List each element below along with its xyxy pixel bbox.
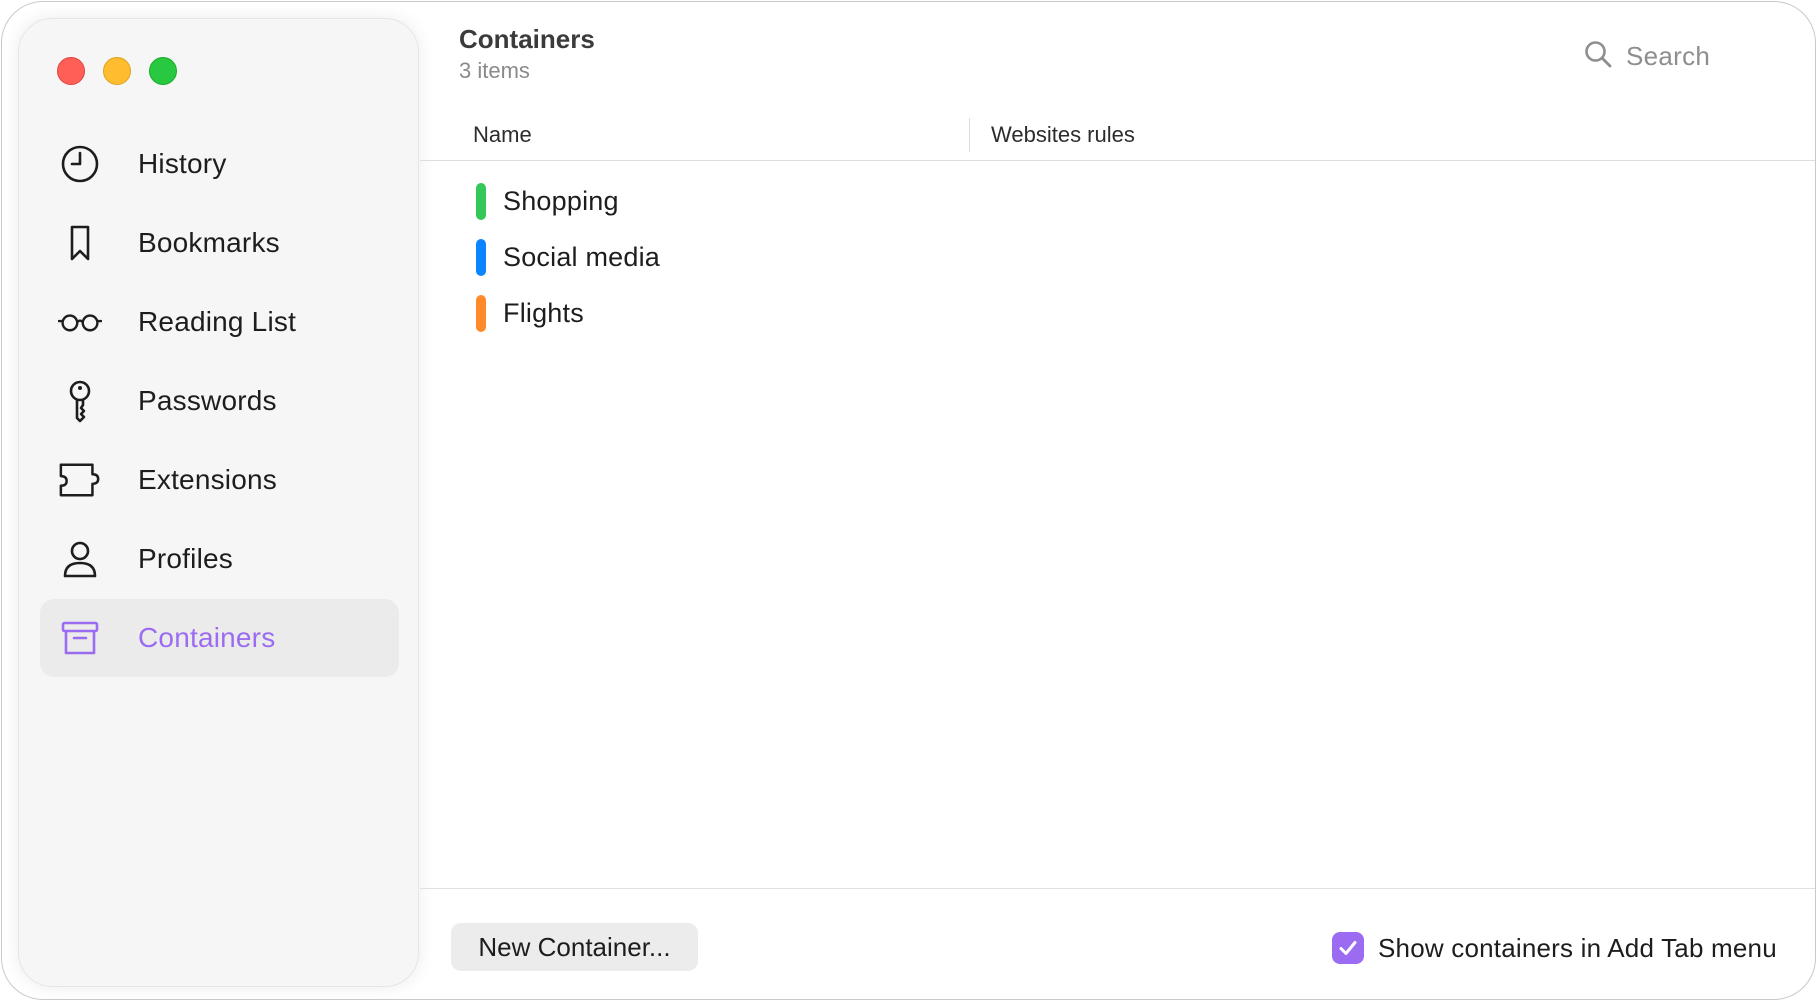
sidebar-item-bookmarks[interactable]: Bookmarks — [40, 204, 399, 282]
sidebar-item-passwords[interactable]: Passwords — [40, 362, 399, 440]
archive-box-icon — [58, 618, 102, 658]
column-header-name[interactable]: Name — [473, 122, 532, 148]
close-window-button[interactable] — [57, 57, 85, 85]
puzzle-icon — [58, 460, 102, 500]
app-window: History Bookmarks Reading List Passwords… — [1, 1, 1816, 1000]
sidebar: History Bookmarks Reading List Passwords… — [18, 18, 419, 987]
container-color-swatch — [476, 182, 486, 220]
sidebar-item-profiles[interactable]: Profiles — [40, 520, 399, 598]
sidebar-item-label: History — [138, 148, 227, 179]
list-item[interactable]: Shopping — [476, 179, 619, 223]
search-placeholder: Search — [1626, 40, 1711, 71]
sidebar-item-label: Bookmarks — [138, 227, 280, 258]
sidebar-item-history[interactable]: History — [40, 125, 399, 203]
search-field[interactable]: Search — [1584, 36, 1710, 76]
person-icon — [58, 539, 102, 579]
show-containers-toggle[interactable]: Show containers in Add Tab menu — [1332, 931, 1777, 965]
checkbox-label: Show containers in Add Tab menu — [1378, 932, 1777, 963]
key-icon — [58, 380, 102, 423]
clock-icon — [58, 144, 102, 184]
sidebar-item-reading-list[interactable]: Reading List — [40, 283, 399, 361]
bookmark-icon — [58, 223, 102, 263]
checkbox[interactable] — [1332, 932, 1364, 964]
header-divider — [420, 160, 1815, 161]
container-color-swatch — [476, 238, 486, 276]
sidebar-item-label: Profiles — [138, 543, 233, 574]
sidebar-item-label: Containers — [138, 622, 276, 653]
sidebar-item-extensions[interactable]: Extensions — [40, 441, 399, 519]
maximize-window-button[interactable] — [149, 57, 177, 85]
list-item[interactable]: Flights — [476, 291, 584, 335]
sidebar-item-label: Passwords — [138, 385, 277, 416]
glasses-icon — [58, 302, 102, 342]
container-color-swatch — [476, 294, 486, 332]
container-name: Social media — [503, 241, 660, 272]
container-name: Shopping — [503, 185, 619, 216]
new-container-button[interactable]: New Container... — [451, 923, 698, 971]
footer-divider — [420, 888, 1815, 889]
sidebar-item-label: Extensions — [138, 464, 277, 495]
sidebar-item-containers[interactable]: Containers — [40, 599, 399, 677]
search-icon — [1584, 40, 1612, 73]
item-count: 3 items — [459, 58, 530, 83]
page-title: Containers — [459, 24, 595, 54]
column-divider[interactable] — [969, 118, 970, 152]
container-name: Flights — [503, 297, 584, 328]
sidebar-item-label: Reading List — [138, 306, 297, 337]
list-item[interactable]: Social media — [476, 235, 660, 279]
checkmark-icon — [1339, 941, 1357, 955]
column-header-websites-rules[interactable]: Websites rules — [991, 122, 1135, 148]
minimize-window-button[interactable] — [103, 57, 131, 85]
